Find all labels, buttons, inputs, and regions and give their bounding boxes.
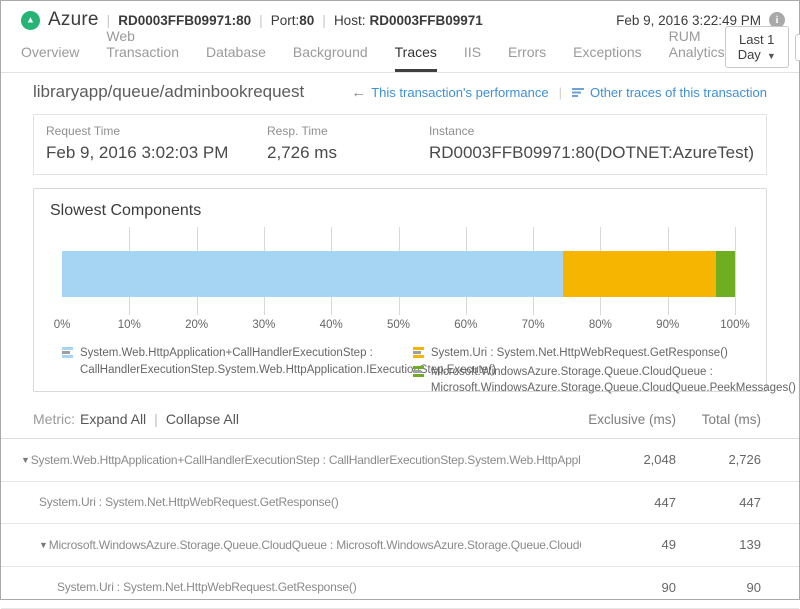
tick-label: 50% bbox=[387, 319, 410, 331]
metric-name: System.Uri : System.Net.HttpWebRequest.G… bbox=[39, 495, 339, 509]
transaction-performance-link[interactable]: ← This transaction's performance bbox=[351, 84, 548, 101]
tick-label: 0% bbox=[54, 319, 71, 331]
chart-title: Slowest Components bbox=[34, 189, 766, 220]
trace-list-icon bbox=[572, 87, 585, 98]
tab-iis[interactable]: IIS bbox=[464, 44, 481, 72]
chart-legend: System.Web.HttpApplication+CallHandlerEx… bbox=[62, 345, 750, 399]
chart-plot-area bbox=[62, 227, 735, 315]
transaction-header: libraryapp/queue/adminbookrequest ← This… bbox=[1, 73, 799, 111]
gridline bbox=[735, 227, 736, 315]
arrow-left-icon: ← bbox=[351, 84, 366, 101]
tab-database[interactable]: Database bbox=[206, 44, 266, 72]
table-row[interactable]: System.Uri : System.Net.HttpWebRequest.G… bbox=[1, 482, 799, 525]
instance-label: Instance bbox=[429, 124, 754, 138]
time-range-dropdown[interactable]: Last 1 Day▼ bbox=[725, 26, 789, 68]
table-row[interactable]: System.Uri : System.Net.HttpWebRequest.G… bbox=[1, 567, 799, 609]
host-value: RD0003FFB09971 bbox=[369, 13, 482, 28]
separator: | bbox=[322, 12, 326, 28]
stacked-bar-chart: 0%10%20%30%40%50%60%70%80%90%100% bbox=[62, 227, 735, 335]
tab-exceptions[interactable]: Exceptions bbox=[573, 44, 641, 72]
tab-web-transaction[interactable]: Web Transaction bbox=[106, 28, 179, 72]
metric-name: Microsoft.WindowsAzure.Storage.Queue.Clo… bbox=[49, 538, 581, 552]
tab-list: OverviewWeb TransactionDatabaseBackgroun… bbox=[21, 39, 725, 72]
tab-rum-analytics[interactable]: RUM Analytics bbox=[669, 28, 725, 72]
collapse-triangle-icon[interactable]: ▼ bbox=[39, 540, 48, 550]
host-label: Host: bbox=[334, 13, 366, 28]
slowest-components-card: Slowest Components 0% 10% 20% 30% 40% 50% 60% 7… bbox=[33, 188, 767, 392]
request-time-value: Feb 9, 2016 3:02:03 PM bbox=[46, 143, 267, 163]
transaction-name: libraryapp/queue/adminbookrequest bbox=[33, 82, 304, 102]
tick-label: 30% bbox=[252, 319, 275, 331]
tab-overview[interactable]: Overview bbox=[21, 44, 79, 72]
legend-item: Microsoft.WindowsAzure.Storage.Queue.Clo… bbox=[413, 364, 750, 397]
resp-time-label: Resp. Time bbox=[267, 124, 429, 138]
bar-segment-2[interactable] bbox=[563, 251, 716, 297]
collapse-all-button[interactable]: Collapse All bbox=[166, 411, 239, 427]
column-header-exclusive: Exclusive (ms) bbox=[581, 412, 676, 427]
legend-label: System.Uri : System.Net.HttpWebRequest.G… bbox=[431, 345, 728, 362]
legend-marker-icon bbox=[413, 366, 425, 378]
port-value: 80 bbox=[299, 13, 314, 28]
total-ms-value: 139 bbox=[676, 537, 761, 552]
chevron-down-icon: ▼ bbox=[767, 51, 776, 61]
legend-item: System.Web.HttpApplication+CallHandlerEx… bbox=[62, 345, 399, 378]
tick-label: 80% bbox=[589, 319, 612, 331]
instance-value: RD0003FFB09971:80(DOTNET:AzureTest) bbox=[429, 143, 754, 163]
metric-table-header: Metric: Expand All | Collapse All Exclus… bbox=[1, 399, 799, 439]
tab-traces[interactable]: Traces bbox=[395, 44, 437, 72]
separator: | bbox=[107, 12, 111, 28]
nav-bar: OverviewWeb TransactionDatabaseBackgroun… bbox=[1, 39, 799, 73]
app-window: ▲ Azure | RD0003FFB09971:80 | Port: 80 |… bbox=[0, 0, 800, 600]
total-ms-value: 90 bbox=[676, 580, 761, 595]
tick-label: 100% bbox=[720, 319, 749, 331]
table-row[interactable]: ▼Microsoft.WindowsAzure.Storage.Queue.Cl… bbox=[1, 524, 799, 567]
metric-name: System.Web.HttpApplication+CallHandlerEx… bbox=[31, 453, 581, 467]
column-header-total: Total (ms) bbox=[676, 412, 761, 427]
tick-label: 10% bbox=[118, 319, 141, 331]
exclusive-ms-value: 447 bbox=[581, 495, 676, 510]
tick-label: 20% bbox=[185, 319, 208, 331]
exclusive-ms-value: 90 bbox=[581, 580, 676, 595]
tick-label: 60% bbox=[454, 319, 477, 331]
total-ms-value: 2,726 bbox=[676, 452, 761, 467]
metric-name: System.Uri : System.Net.HttpWebRequest.G… bbox=[57, 580, 357, 594]
app-name: Azure bbox=[48, 9, 99, 31]
legend-marker-icon bbox=[413, 347, 425, 359]
exclusive-ms-value: 49 bbox=[581, 537, 676, 552]
tick-label: 90% bbox=[656, 319, 679, 331]
separator: | bbox=[259, 12, 263, 28]
tab-errors[interactable]: Errors bbox=[508, 44, 546, 72]
port-label: Port: bbox=[271, 13, 300, 28]
total-ms-value: 447 bbox=[676, 495, 761, 510]
request-time-label: Request Time bbox=[46, 124, 267, 138]
legend-marker-icon bbox=[62, 347, 74, 359]
menu-button[interactable]: ≡ bbox=[795, 34, 800, 61]
table-row[interactable]: ▼System.Web.HttpApplication+CallHandlerE… bbox=[1, 439, 799, 482]
legend-item: System.Uri : System.Net.HttpWebRequest.G… bbox=[413, 345, 750, 362]
separator: | bbox=[154, 411, 158, 427]
tab-background[interactable]: Background bbox=[293, 44, 368, 72]
separator: | bbox=[559, 85, 562, 100]
stacked-bar bbox=[62, 251, 735, 297]
site24x7-logo-icon: ▲ bbox=[21, 11, 40, 30]
trace-rows: ▼System.Web.HttpApplication+CallHandlerE… bbox=[1, 439, 799, 609]
x-axis-ticks: 0%10%20%30%40%50%60%70%80%90%100% bbox=[62, 319, 735, 335]
tick-label: 70% bbox=[522, 319, 545, 331]
other-traces-link[interactable]: Other traces of this transaction bbox=[572, 85, 767, 100]
resp-time-value: 2,726 ms bbox=[267, 143, 429, 163]
legend-label: Microsoft.WindowsAzure.Storage.Queue.Clo… bbox=[431, 364, 796, 397]
trace-summary-panel: Request Time Feb 9, 2016 3:02:03 PM Resp… bbox=[33, 114, 767, 175]
metric-label: Metric: bbox=[33, 411, 75, 427]
bar-segment-1[interactable] bbox=[62, 251, 563, 297]
expand-all-button[interactable]: Expand All bbox=[80, 411, 146, 427]
tick-label: 40% bbox=[320, 319, 343, 331]
bar-segment-3[interactable] bbox=[716, 251, 735, 297]
collapse-triangle-icon[interactable]: ▼ bbox=[21, 455, 30, 465]
monitor-name: RD0003FFB09971:80 bbox=[118, 13, 251, 28]
exclusive-ms-value: 2,048 bbox=[581, 452, 676, 467]
